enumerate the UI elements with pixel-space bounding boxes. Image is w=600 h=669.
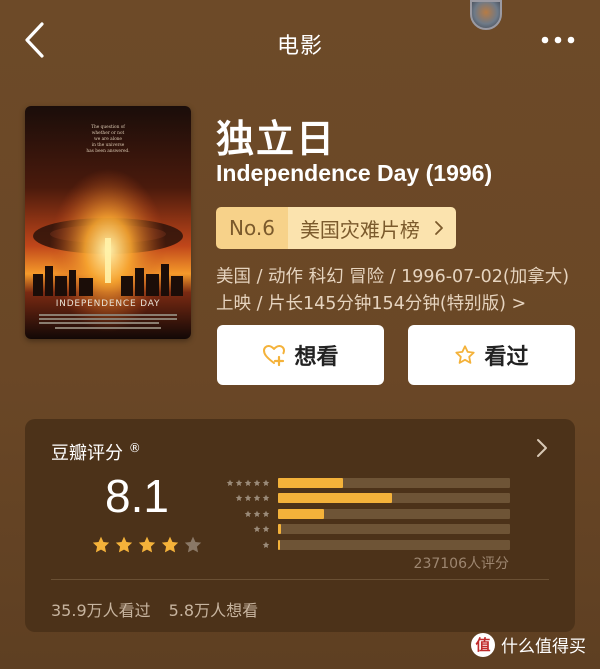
more-options-icon[interactable]: [540, 30, 576, 50]
mini-star-icon: [253, 494, 261, 502]
bar-star-label: [210, 541, 278, 549]
rating-bar-fill: [278, 508, 324, 519]
rating-bar-fill: [278, 524, 281, 535]
star-filled-icon: [138, 536, 156, 553]
bar-star-label: [210, 479, 278, 487]
registered-mark: ®: [128, 441, 141, 455]
chevron-right-icon[interactable]: [535, 437, 549, 459]
watched-button[interactable]: 看过: [408, 325, 575, 385]
mini-star-icon: [244, 510, 252, 517]
mini-star-icon: [253, 479, 261, 486]
star-filled-icon: [115, 536, 133, 553]
mini-star-icon: [235, 479, 243, 486]
want-label: 想看: [294, 345, 339, 370]
mini-star-icon: [262, 525, 270, 533]
mini-star-icon: [253, 510, 261, 517]
rank-list-name: 美国灾难片榜: [299, 217, 420, 242]
rating-stars: [91, 535, 203, 555]
rating-title: 豆瓣评分 ®: [51, 439, 141, 465]
movie-poster[interactable]: The question of whether or not we are al…: [25, 106, 191, 339]
mini-star-icon: [226, 479, 234, 486]
avatar[interactable]: [470, 0, 502, 30]
rank-badge[interactable]: No.6 美国灾难片榜: [216, 207, 456, 249]
rating-bar-fill: [278, 477, 343, 488]
rating-bar-track: [278, 524, 510, 535]
top-bar: 电影: [0, 0, 600, 86]
poster-tagline-line: in the universe: [92, 143, 125, 148]
mini-star-icon: [253, 525, 261, 533]
heart-plus-icon: [263, 345, 286, 367]
rating-bar-track: [278, 493, 510, 504]
rating-bar-row: [210, 537, 510, 553]
mini-star-icon: [262, 494, 270, 502]
mini-star-icon: [244, 479, 252, 486]
movie-title-en: Independence Day (1996): [216, 160, 493, 186]
mini-star-icon: [262, 479, 270, 486]
poster-tagline-line: The question of: [91, 125, 125, 130]
movie-meta: 美国 / 动作 科幻 冒险 / 1996-07-02(加拿大) 上映 / 片长1…: [216, 264, 569, 318]
wanted-count[interactable]: 5.8万人想看: [169, 597, 258, 621]
watermark: 值 什么值得买: [471, 632, 586, 657]
rank-number: No.6: [216, 207, 288, 249]
mini-star-icon: [262, 541, 270, 548]
rating-bar-row: [210, 491, 510, 507]
divider: [51, 579, 549, 580]
poster-tagline-line: we are alone: [94, 137, 122, 142]
rating-score: 8.1: [105, 470, 169, 522]
rating-bar-fill: [278, 539, 280, 550]
rating-bar-fill: [278, 493, 392, 504]
meta-line-1: 美国 / 动作 科幻 冒险 / 1996-07-02(加拿大): [216, 267, 570, 287]
star-outline-icon: [455, 345, 476, 364]
page-title: 电影: [276, 34, 323, 59]
seen-label: 看过: [484, 345, 529, 370]
rating-bar-row: [210, 475, 510, 491]
rating-count: 237106人评分: [413, 556, 509, 572]
meta-line-2[interactable]: 上映 / 片长145分钟154分钟(特别版) >: [216, 291, 569, 318]
rating-title-text: 豆瓣评分: [51, 443, 123, 464]
star-filled-icon: [161, 536, 179, 553]
mini-star-icon: [244, 494, 252, 502]
bar-star-label: [210, 494, 278, 502]
mini-star-icon: [235, 494, 243, 502]
mini-star-icon: [262, 510, 270, 517]
bar-star-label: [210, 510, 278, 518]
rating-bar-row: [210, 522, 510, 538]
watched-count[interactable]: 35.9万人看过: [51, 597, 151, 621]
star-empty-icon: [184, 536, 202, 553]
rating-bar-track: [278, 539, 510, 550]
poster-logo: INDEPENDENCE DAY: [56, 299, 161, 309]
want-to-watch-button[interactable]: 想看: [217, 325, 384, 385]
chevron-right-icon: [435, 221, 443, 235]
rating-bar-track: [278, 508, 510, 519]
rating-card[interactable]: 豆瓣评分 ® 8.1 237106人评分 35.9万人看过 5.8万人想看: [25, 419, 575, 632]
poster-tagline-line: whether or not: [92, 131, 125, 136]
bar-star-label: [210, 525, 278, 533]
rating-bar-track: [278, 477, 510, 488]
rating-bar-row: [210, 506, 510, 522]
rating-distribution: [210, 475, 510, 553]
star-filled-icon: [92, 536, 110, 553]
movie-title-cn: 独立日: [216, 117, 337, 161]
watermark-text: 什么值得买: [501, 637, 586, 657]
poster-tagline-line: has been answered.: [86, 149, 129, 154]
rating-footer: 35.9万人看过 5.8万人想看: [51, 597, 258, 621]
rank-list: 美国灾难片榜: [287, 207, 456, 249]
watermark-logo: 值: [471, 632, 495, 657]
